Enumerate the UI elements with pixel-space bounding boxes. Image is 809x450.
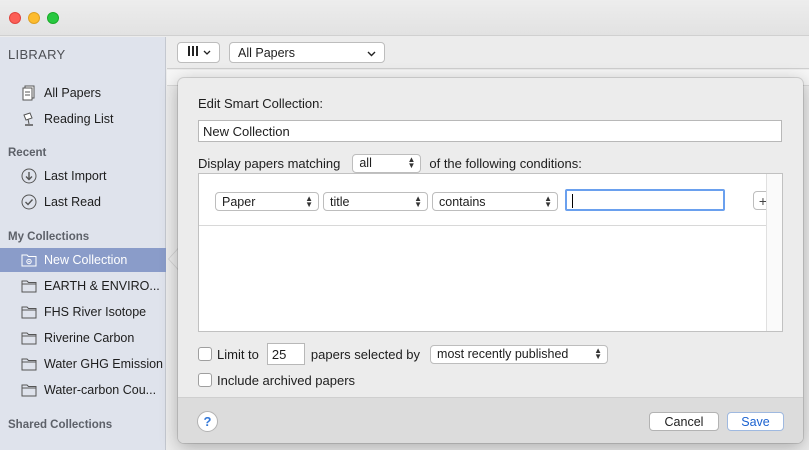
collection-name-input[interactable] [198,120,782,142]
conditions-scrollbar[interactable] [766,174,782,331]
sidebar-item-reading-list[interactable]: Reading List [0,107,166,131]
main-toolbar: All Papers [167,37,809,69]
sidebar: LIBRARY All Papers Reading List Recent L… [0,37,166,450]
match-mode-popup[interactable]: all ▲ ▼ [352,153,422,173]
condition-operator-popup[interactable]: contains ▲ ▼ [432,192,558,211]
sidebar-item-label: EARTH & ENVIRO... [44,279,160,293]
limit-count-input[interactable] [266,343,305,365]
condition-scope-value: Paper [222,194,256,209]
checkmark-circle-icon [20,193,38,211]
include-archived-label: Include archived papers [217,372,356,388]
match-mode-value: all [359,156,372,170]
sidebar-item-label: Riverine Carbon [44,331,135,345]
sidebar-item-fhs-river-isotope[interactable]: FHS River Isotope [0,300,166,324]
folder-icon [20,303,38,321]
selected-by-value: most recently published [437,347,569,361]
save-button[interactable]: Save [727,412,784,431]
cancel-button[interactable]: Cancel [649,412,719,431]
sidebar-item-label: Reading List [44,112,114,126]
condition-value-input[interactable] [565,189,725,211]
sidebar-item-last-import[interactable]: Last Import [0,164,166,188]
smart-folder-icon [20,251,38,269]
question-mark-icon: ? [203,414,212,429]
limit-label: Limit to [217,346,259,362]
edit-smart-collection-popover: Edit Smart Collection: Display papers ma… [178,78,803,443]
text-caret [572,194,573,208]
sidebar-item-label: New Collection [44,253,128,267]
folder-icon [20,277,38,295]
sidebar-item-label: Last Read [44,195,101,209]
close-window-button[interactable] [9,12,21,24]
dialog-footer: ? Cancel Save [178,397,803,443]
conditions-list: Paper ▲ ▼ title ▲ ▼ contains ▲ ▼ + [198,173,783,332]
save-button-label: Save [741,414,770,429]
help-button[interactable]: ? [197,411,218,432]
folder-icon [20,355,38,373]
reading-lamp-icon [20,110,38,128]
dialog-title: Edit Smart Collection: [198,96,323,111]
cancel-button-label: Cancel [664,414,704,429]
sidebar-item-water-ghg-emission[interactable]: Water GHG Emission [0,352,166,376]
shared-collections-heading: Shared Collections [8,419,113,431]
selected-by-popup[interactable]: most recently published ▲ ▼ [430,344,609,364]
chevron-down-icon [203,47,211,59]
sidebar-item-all-papers[interactable]: All Papers [0,81,166,105]
limit-row: Limit to papers selected by most recentl… [198,343,609,365]
zoom-window-button[interactable] [47,12,59,24]
columns-icon [187,45,199,60]
up-down-arrows-icon: ▲ ▼ [407,155,416,170]
view-selector[interactable]: All Papers [229,42,385,63]
sidebar-item-label: Last Import [44,169,107,183]
sidebar-item-label: Water-carbon Cou... [44,383,157,397]
limit-checkbox[interactable] [198,347,212,361]
match-suffix-label: of the following conditions: [429,155,582,171]
window-titlebar [0,0,809,36]
sidebar-item-riverine-carbon[interactable]: Riverine Carbon [0,326,166,350]
chevron-down-icon [367,46,376,60]
condition-field-popup[interactable]: title ▲ ▼ [323,192,428,211]
minimize-window-button[interactable] [28,12,40,24]
sidebar-item-label: All Papers [44,86,101,100]
sidebar-item-water-carbon[interactable]: Water-carbon Cou... [0,378,166,402]
folder-icon [20,329,38,347]
columns-button[interactable] [177,42,220,63]
sidebar-item-earth-enviro[interactable]: EARTH & ENVIRO... [0,274,166,298]
archived-row: Include archived papers [198,370,355,390]
sidebar-item-label: Water GHG Emission [44,357,164,371]
papers-icon [20,84,38,102]
match-prefix-label: Display papers matching [198,155,341,171]
recent-heading: Recent [8,147,47,159]
up-down-arrows-icon: ▲ ▼ [414,193,422,209]
library-heading: LIBRARY [8,47,66,62]
match-row: Display papers matching all ▲ ▼ of the fo… [198,153,582,173]
view-selector-value: All Papers [238,45,295,60]
up-down-arrows-icon: ▲ ▼ [305,193,313,209]
condition-row: Paper ▲ ▼ title ▲ ▼ contains ▲ ▼ + [199,174,773,226]
folder-icon [20,381,38,399]
sidebar-item-label: FHS River Isotope [44,305,147,319]
up-down-arrows-icon: ▲ ▼ [594,346,603,361]
include-archived-checkbox[interactable] [198,373,212,387]
my-collections-heading: My Collections [8,231,90,243]
up-down-arrows-icon: ▲ ▼ [544,193,552,209]
sidebar-item-new-collection[interactable]: New Collection [0,248,166,272]
condition-operator-value: contains [439,194,486,209]
selected-by-label: papers selected by [310,346,421,362]
import-arrow-icon [20,167,38,185]
sidebar-item-last-read[interactable]: Last Read [0,190,166,214]
condition-scope-popup[interactable]: Paper ▲ ▼ [215,192,319,211]
condition-field-value: title [330,194,350,209]
